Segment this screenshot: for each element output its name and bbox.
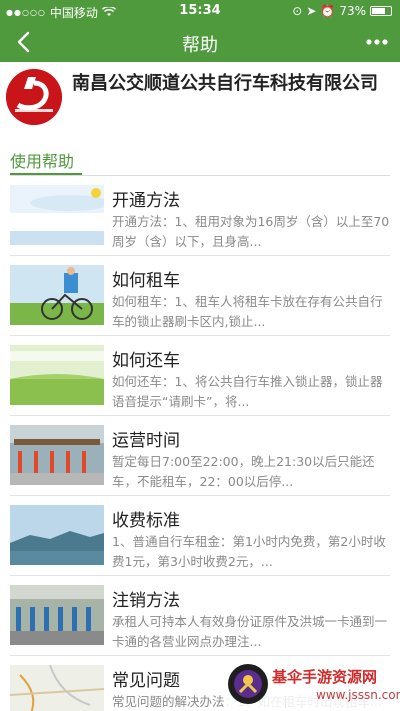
item-title: 运营时间	[112, 431, 180, 451]
item-description: 如何还车：1、将公共自行车推入锁止器，锁止器语音提示“请刷卡”，将...	[112, 374, 383, 409]
list-item-open-method[interactable]: 开通方法 开通方法：1、租用对象为16周岁（含）以上至70周岁（含）以下，且身高…	[0, 176, 400, 256]
thumbnail	[10, 505, 104, 565]
list-item-rent-bike[interactable]: 如何租车 如何租车：1、租车人将租车卡放在存有公共自行车的锁止器刷卡区内,锁止.…	[0, 256, 400, 336]
list-item-fees[interactable]: 收费标准 1、普通自行车租金：第1小时内免费，第2小时收费1元，第3小时收费2元…	[0, 496, 400, 576]
item-title: 开通方法	[112, 191, 180, 211]
item-description: 暂定每日7:00至22:00，晚上21:30以后只能还车，不能租车，22：00以…	[112, 454, 375, 489]
thumbnail	[10, 265, 104, 325]
page-title: 帮助	[182, 35, 218, 56]
item-title: 收费标准	[112, 511, 180, 531]
company-logo	[6, 69, 62, 125]
nav-bar: 帮助	[0, 22, 400, 62]
watermark-url: www.jsssn.com	[316, 688, 400, 702]
list-item-return-bike[interactable]: 如何还车 如何还车：1、将公共自行车推入锁止器，锁止器语音提示“请刷卡”，将..…	[0, 336, 400, 416]
item-description: 如何租车：1、租车人将租车卡放在存有公共自行车的锁止器刷卡区内,锁止...	[112, 294, 383, 329]
item-title: 如何租车	[112, 271, 180, 291]
status-right: ⊙ ➤ ⏰ 73%	[292, 4, 392, 18]
company-name: 南昌公交顺道公共自行车科技有限公司	[72, 73, 378, 94]
more-button[interactable]	[366, 29, 388, 50]
section-title: 使用帮助	[10, 152, 75, 171]
help-list: 开通方法 开通方法：1、租用对象为16周岁（含）以上至70周岁（含）以下，且身高…	[0, 176, 400, 711]
list-item-cancel[interactable]: 注销方法 承租人可持本人有效身份证原件及洪城一卡通到一卡通的各营业网点办理注..…	[0, 576, 400, 656]
list-item-hours[interactable]: 运营时间 暂定每日7:00至22:00，晚上21:30以后只能还车，不能租车，2…	[0, 416, 400, 496]
alarm-icon: ⏰	[320, 4, 336, 18]
section-underline	[10, 173, 82, 175]
location-icon: ➤	[306, 4, 317, 18]
thumbnail	[10, 425, 104, 485]
thumbnail	[10, 345, 104, 405]
item-title: 注销方法	[112, 591, 180, 611]
battery-icon	[370, 6, 392, 16]
thumbnail	[10, 185, 104, 245]
thumbnail	[10, 665, 104, 711]
thumbnail	[10, 585, 104, 645]
more-icon	[366, 39, 388, 45]
watermark: 基伞手游资源网 www.jsssn.com	[226, 656, 400, 711]
orientation-lock-icon: ⊙	[292, 4, 303, 18]
item-description: 1、普通自行车租金：第1小时内免费，第2小时收费1元，第3小时收费2元，...	[112, 534, 386, 569]
item-title: 如何还车	[112, 351, 180, 371]
company-header: 南昌公交顺道公共自行车科技有限公司	[0, 62, 400, 125]
item-title: 常见问题	[112, 671, 180, 691]
item-description: 开通方法：1、租用对象为16周岁（含）以上至70周岁（含）以下，且身高...	[112, 214, 390, 249]
watermark-text: 基伞手游资源网	[272, 668, 378, 686]
battery-percent: 73%	[339, 4, 366, 18]
item-description: 承租人可持本人有效身份证原件及洪城一卡通到一卡通的各营业网点办理注...	[112, 614, 388, 649]
status-bar: ●●○○○ 中国移动 15:34 ⊙ ➤ ⏰ 73%	[0, 0, 400, 22]
